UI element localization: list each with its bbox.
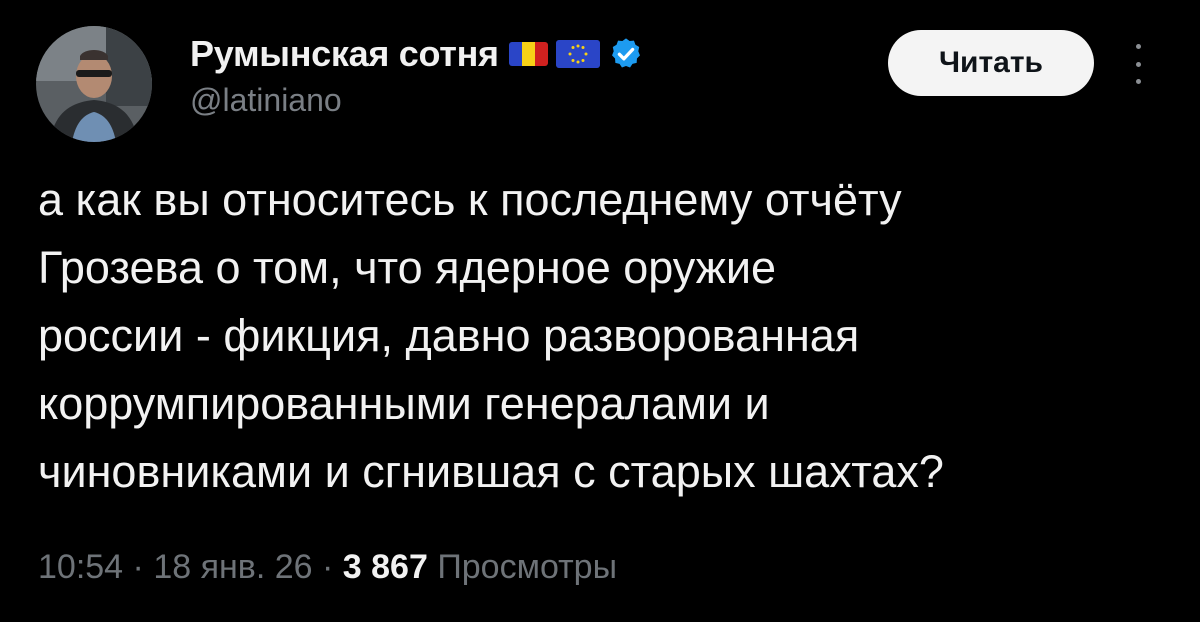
meta-separator: · <box>312 548 343 586</box>
author-name-row: Румынская сотня <box>190 30 644 78</box>
tweet-meta: 10:54 · 18 янв. 26 · 3 867 Просмотры <box>38 548 617 587</box>
author-handle[interactable]: @latiniano <box>190 82 342 119</box>
tweet-time[interactable]: 10:54 <box>38 548 123 586</box>
tweet-text: а как вы относитесь к последнему отчёту … <box>38 166 1178 506</box>
avatar[interactable] <box>36 26 152 142</box>
views-count[interactable]: 3 867 <box>343 548 428 586</box>
tweet-text-line: а как вы относитесь к последнему отчёту <box>38 174 902 225</box>
tweet-text-line: Грозева о том, что ядерное оружие <box>38 242 777 293</box>
views-label: Просмотры <box>437 548 618 586</box>
more-vertical-icon[interactable] <box>1128 44 1148 84</box>
tweet-date[interactable]: 18 янв. 26 <box>153 548 312 586</box>
eu-flag-icon <box>555 40 600 68</box>
avatar-image <box>36 26 152 142</box>
meta-separator: · <box>123 548 154 586</box>
tweet-text-line: россии - фикция, давно разворованная <box>38 310 860 361</box>
tweet: Румынская сотня @latiniano Читать а как … <box>0 0 1200 622</box>
verified-badge-icon <box>608 36 644 72</box>
tweet-text-line: чиновниками и сгнившая с старых шахтах? <box>38 446 944 497</box>
tweet-text-line: коррумпированными генералами и <box>38 378 770 429</box>
follow-button[interactable]: Читать <box>888 30 1094 96</box>
display-name[interactable]: Румынская сотня <box>190 33 499 75</box>
romania-flag-icon <box>508 42 548 66</box>
